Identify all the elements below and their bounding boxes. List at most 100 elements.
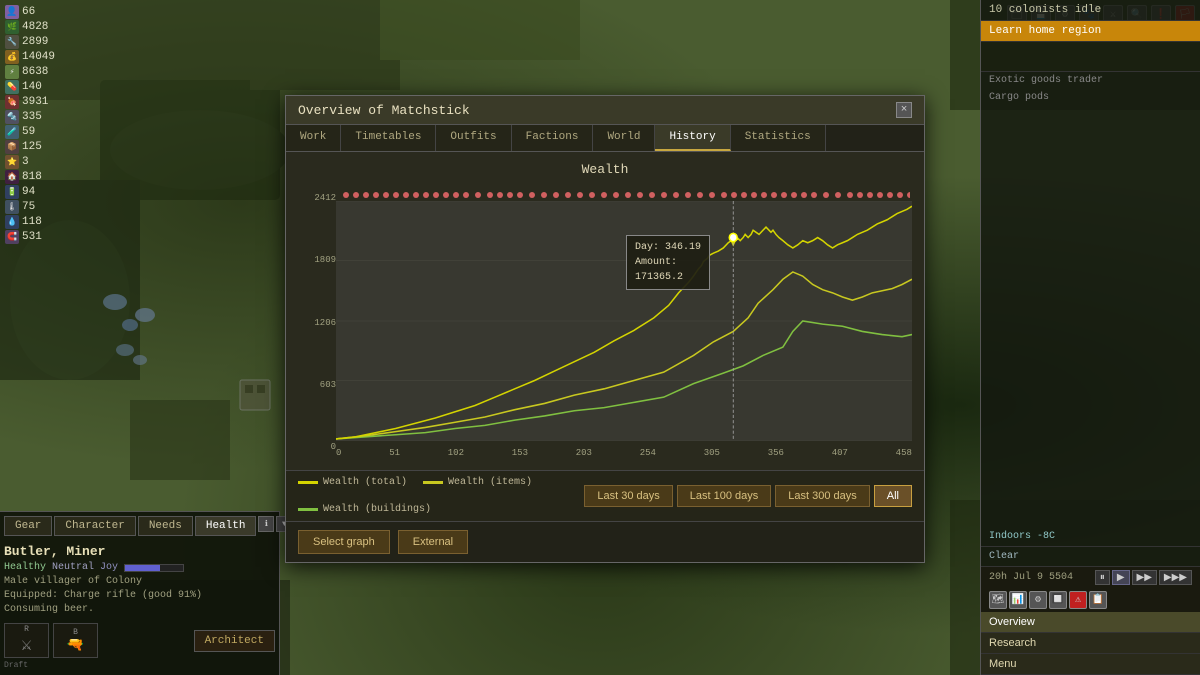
- chart-svg: [336, 201, 912, 441]
- stat-row: 🧪 59: [5, 125, 55, 139]
- extra-btn-6[interactable]: 📋: [1089, 591, 1107, 609]
- dialog-close-btn[interactable]: ×: [896, 102, 912, 118]
- character-name: Butler, Miner: [4, 544, 105, 559]
- chart-title: Wealth: [298, 162, 912, 177]
- extra-btn-3[interactable]: ⚙: [1029, 591, 1047, 609]
- character-info: Butler, Miner Healthy Neutral Joy Male v…: [4, 540, 275, 619]
- overview-dialog: Overview of Matchstick × Work Timetables…: [285, 95, 925, 563]
- stat-row: 🌿 4828: [5, 20, 55, 34]
- equipment-row: R ⚔ B 🔫 Architect: [4, 623, 275, 658]
- extra-btn-4[interactable]: 🔲: [1049, 591, 1067, 609]
- dialog-titlebar: Overview of Matchstick ×: [286, 96, 924, 125]
- tab-needs[interactable]: Needs: [138, 516, 193, 536]
- legend-items: Wealth (items): [423, 477, 532, 488]
- character-tabs: Gear Character Needs Health ℹ ▼: [4, 516, 275, 536]
- y-axis: 2412 1809 1206 603 0: [298, 185, 336, 460]
- stat-row: 🌡 75: [5, 200, 55, 214]
- external-btn[interactable]: External: [398, 530, 468, 554]
- btn-last30[interactable]: Last 30 days: [584, 485, 672, 507]
- right-panel: 10 colonists idle Learn home region Exot…: [980, 0, 1200, 675]
- dialog-tabs: Work Timetables Outfits Factions World H…: [286, 125, 924, 152]
- learn-home-region-btn[interactable]: Learn home region: [981, 21, 1200, 42]
- legend-label-items: Wealth (items): [448, 477, 532, 488]
- weather-label: Clear: [981, 547, 1200, 567]
- legend-color-items: [423, 481, 443, 484]
- extra-btn-5[interactable]: ⚠: [1069, 591, 1087, 609]
- joy-bar-fill: [125, 565, 160, 571]
- equip-slot-b: B 🔫: [53, 623, 98, 658]
- select-graph-btn[interactable]: Select graph: [298, 530, 390, 554]
- tab-health[interactable]: Health: [195, 516, 257, 536]
- legend-color-total: [298, 481, 318, 484]
- cargo-pods-label: Cargo pods: [981, 89, 1200, 106]
- equip-slot-r: R ⚔: [4, 623, 49, 658]
- chart-legend: Wealth (total) Wealth (items) Wealth (bu…: [298, 477, 584, 515]
- menu-btn[interactable]: Menu: [981, 654, 1200, 675]
- dialog-title: Overview of Matchstick: [298, 103, 470, 118]
- chart-area: Day: 346.19 Amount: 171365.2 0 51 102 15…: [336, 185, 912, 460]
- stat-row: ⭐ 3: [5, 155, 55, 169]
- legend-label-total: Wealth (total): [323, 477, 407, 488]
- faster-btn[interactable]: ▶▶▶: [1159, 570, 1192, 585]
- indoors-label: Indoors -8C: [981, 527, 1200, 547]
- tab-character[interactable]: Character: [54, 516, 135, 536]
- tab-work[interactable]: Work: [286, 125, 341, 151]
- stat-row: 💰 14049: [5, 50, 55, 64]
- play-btn[interactable]: ▶: [1112, 570, 1130, 585]
- tab-gear[interactable]: Gear: [4, 516, 52, 536]
- tab-world[interactable]: World: [593, 125, 655, 151]
- extra-btn-1[interactable]: 🗺: [989, 591, 1007, 609]
- joy-bar: [124, 564, 184, 572]
- stat-row: 📦 125: [5, 140, 55, 154]
- research-btn[interactable]: Research: [981, 633, 1200, 654]
- stat-row: 💊 140: [5, 80, 55, 94]
- character-status-row: Healthy Neutral Joy: [4, 562, 275, 573]
- legend-label-buildings: Wealth (buildings): [323, 504, 431, 515]
- extra-btn-2[interactable]: 📊: [1009, 591, 1027, 609]
- stat-row: 🧲 531: [5, 230, 55, 244]
- event-dots: [338, 190, 910, 200]
- chart-container: Wealth 2412 1809 1206 603 0: [286, 152, 924, 470]
- stat-row: 🍖 3931: [5, 95, 55, 109]
- time-buttons: Last 30 days Last 100 days Last 300 days…: [584, 485, 912, 507]
- legend-buildings: Wealth (buildings): [298, 504, 431, 515]
- resource-stats: 👤 66 🌿 4828 🔧 2899 💰 14049 ⚡ 8638 💊 140 …: [5, 5, 55, 244]
- legend-time-row: Wealth (total) Wealth (items) Wealth (bu…: [286, 470, 924, 521]
- legend-color-buildings: [298, 508, 318, 511]
- role-display: Architect: [194, 630, 275, 652]
- fast-btn[interactable]: ▶▶: [1132, 570, 1157, 585]
- overview-btn[interactable]: Overview: [981, 612, 1200, 633]
- dialog-bottom-buttons: Select graph External: [286, 521, 924, 562]
- btn-all[interactable]: All: [874, 485, 912, 507]
- equip-label-draft: Draft: [4, 660, 275, 671]
- chart-wrapper: 2412 1809 1206 603 0: [298, 185, 912, 460]
- x-axis: 0 51 102 153 203 254 305 356 407 458: [336, 446, 912, 460]
- date-display: Jul 9: [1013, 572, 1043, 583]
- stat-row: ⚡ 8638: [5, 65, 55, 79]
- stat-row: 🔩 335: [5, 110, 55, 124]
- exotic-trader-label: Exotic goods trader: [981, 72, 1200, 89]
- btn-last300[interactable]: Last 300 days: [775, 485, 870, 507]
- colonists-idle-label: 10 colonists idle: [981, 0, 1200, 21]
- tab-outfits[interactable]: Outfits: [436, 125, 511, 151]
- btn-last100[interactable]: Last 100 days: [677, 485, 772, 507]
- char-info-icon[interactable]: ℹ: [258, 516, 274, 532]
- time-display: 20h: [989, 572, 1007, 583]
- pause-btn[interactable]: ⏸: [1095, 570, 1110, 585]
- legend-total: Wealth (total): [298, 477, 407, 488]
- ticks-display: 5504: [1049, 572, 1073, 583]
- speed-controls: 20h Jul 9 5504 ⏸ ▶ ▶▶ ▶▶▶: [981, 567, 1200, 588]
- character-panel: Gear Character Needs Health ℹ ▼ Butler, …: [0, 511, 280, 675]
- tab-history[interactable]: History: [655, 125, 730, 151]
- stat-row: 💧 118: [5, 215, 55, 229]
- tab-statistics[interactable]: Statistics: [731, 125, 826, 151]
- health-status: Healthy: [4, 562, 46, 573]
- joy-label: Joy: [100, 562, 118, 573]
- stat-row: 🔧 2899: [5, 35, 55, 49]
- stat-row: 🏠 818: [5, 170, 55, 184]
- stat-row: 👤 66: [5, 5, 55, 19]
- tab-factions[interactable]: Factions: [512, 125, 594, 151]
- character-description: Male villager of Colony Equipped: Charge…: [4, 575, 275, 617]
- tab-timetables[interactable]: Timetables: [341, 125, 436, 151]
- mood-status: Neutral: [52, 562, 94, 573]
